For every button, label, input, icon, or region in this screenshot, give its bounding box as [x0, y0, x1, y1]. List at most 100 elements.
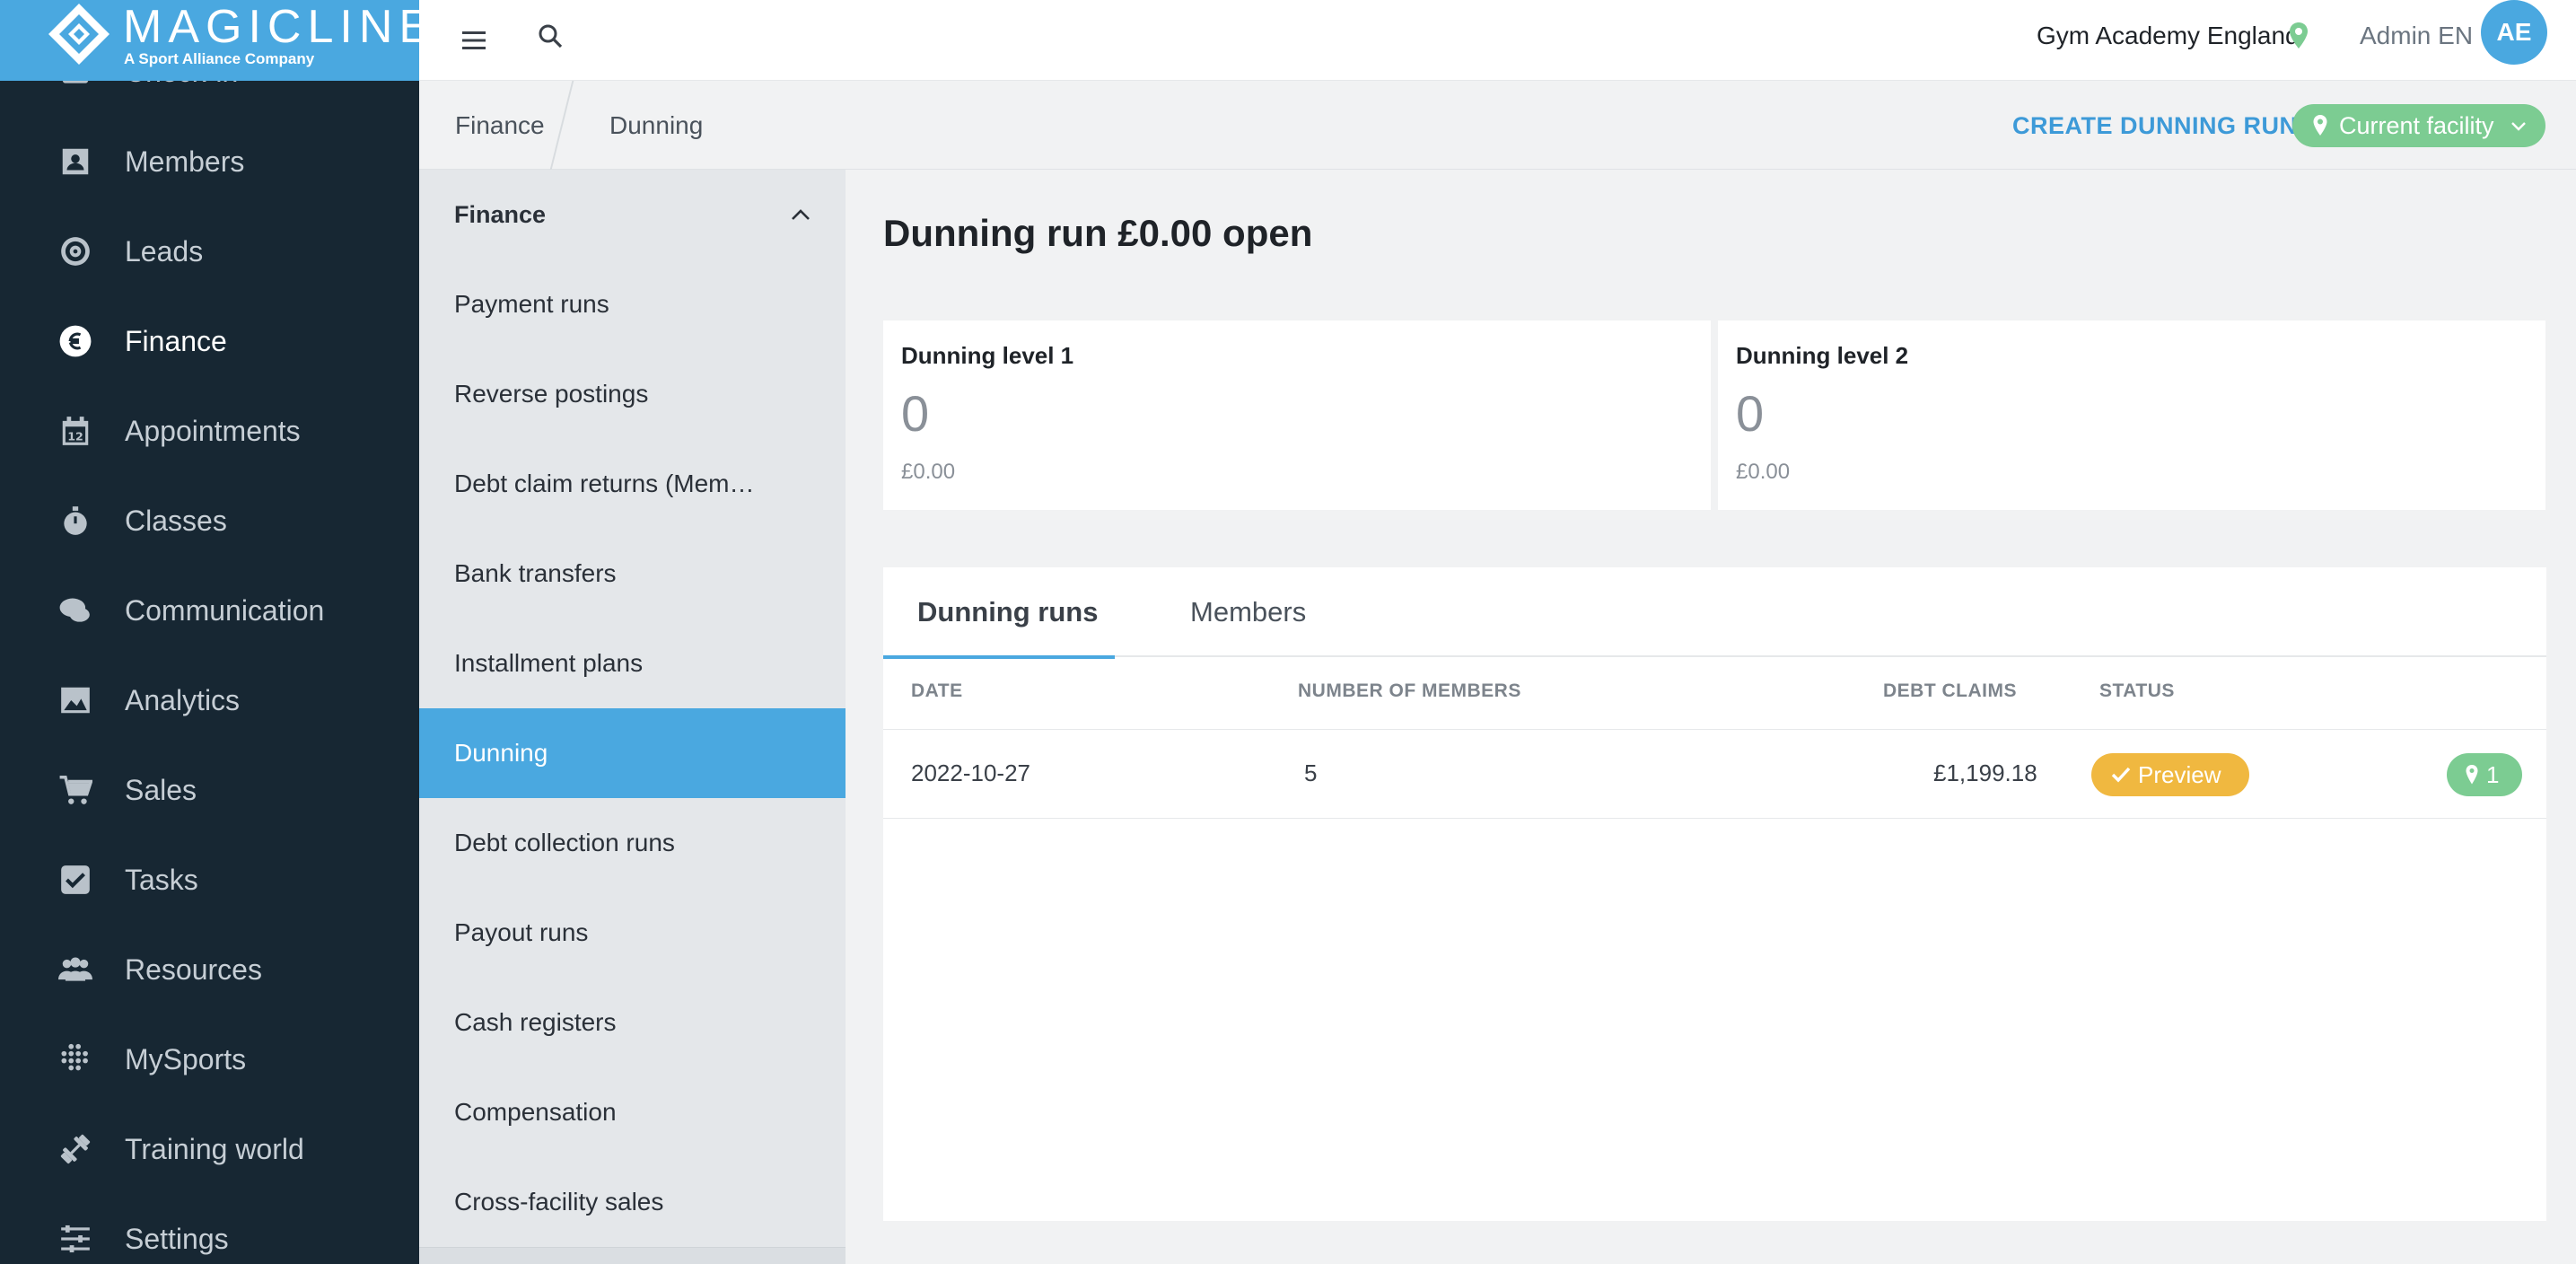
avatar[interactable]: AE	[2481, 0, 2547, 65]
subnav-header-label: Finance	[454, 201, 547, 228]
members-icon	[57, 144, 93, 180]
table-row[interactable]: 2022-10-27 5 £1,199.18 Preview 1	[883, 729, 2546, 819]
stopwatch-icon	[57, 503, 93, 539]
column-header-date[interactable]: DATE	[911, 679, 963, 704]
nav-item-label: Training world	[125, 1132, 304, 1165]
tab-label: Members	[1190, 596, 1307, 628]
subnav-item-payment-runs[interactable]: Payment runs	[419, 259, 846, 349]
leads-icon	[57, 233, 93, 269]
subnav-item-debt-collection-runs[interactable]: Debt collection runs	[419, 798, 846, 888]
checkbox-icon	[57, 862, 93, 898]
nav-item-label: Analytics	[125, 683, 241, 716]
user-name[interactable]: Admin EN	[2360, 20, 2473, 52]
subnav-item-cross-facility-sales[interactable]: Cross-facility sales	[419, 1157, 846, 1247]
subnav-header[interactable]: Finance	[419, 170, 846, 259]
subnav-item-installment-plans[interactable]: Installment plans	[419, 619, 846, 708]
nav-item-appointments[interactable]: 12 Appointments	[0, 386, 419, 476]
nav-item-classes[interactable]: Classes	[0, 476, 419, 566]
nav-item-settings[interactable]: Settings	[0, 1194, 419, 1264]
subnav-item-debt-claim-returns[interactable]: Debt claim returns (Mem…	[419, 439, 846, 529]
subnav-item-label: Debt claim returns (Mem…	[454, 470, 755, 497]
level-title: Dunning level 2	[1736, 342, 1909, 369]
nav-item-training-world[interactable]: Training world	[0, 1104, 419, 1194]
nav-item-label: Finance	[125, 324, 227, 357]
level-amount: £0.00	[1736, 460, 1791, 484]
svg-text:12: 12	[67, 429, 83, 443]
nav-item-members[interactable]: Members	[0, 117, 419, 206]
status-badge[interactable]: Preview	[2091, 753, 2249, 796]
current-facility-dropdown[interactable]: Current facility	[2292, 104, 2545, 147]
brand-tagline: A Sport Alliance Company	[124, 50, 315, 67]
subnav-item-label: Cross-facility sales	[454, 1188, 664, 1216]
brand-header[interactable]: MAGICLINE A Sport Alliance Company	[0, 0, 419, 81]
nav-item-leads[interactable]: Leads	[0, 206, 419, 296]
search-button[interactable]	[531, 17, 569, 55]
nav-item-resources[interactable]: Resources	[0, 925, 419, 1014]
app-sidebar: Check-in Members Leads Finance 12 Appoin…	[0, 0, 419, 1264]
nav-item-label: Sales	[125, 773, 197, 806]
location-pin-icon	[2290, 22, 2308, 48]
tab-members[interactable]: Members	[1190, 567, 1316, 657]
nav-item-communication[interactable]: Communication	[0, 566, 419, 655]
calendar-icon: 12	[57, 413, 93, 449]
subnav-item-payout-runs[interactable]: Payout runs	[419, 888, 846, 978]
subnav-item-label: Payment runs	[454, 290, 609, 318]
facility-name[interactable]: Gym Academy England	[2037, 20, 2300, 52]
subnav-item-cash-registers[interactable]: Cash registers	[419, 978, 846, 1067]
level-title: Dunning level 1	[901, 342, 1074, 369]
finance-subnav: Finance Payment runs Reverse postings De…	[419, 170, 846, 1264]
breadcrumb-item-finance[interactable]: Finance	[455, 110, 545, 142]
subnav-item-dunning[interactable]: Dunning	[419, 708, 846, 798]
page-title: Dunning run £0.00 open	[883, 212, 1313, 254]
main-content: Dunning run £0.00 open Dunning level 1 0…	[846, 170, 2576, 1264]
subnav-item-bank-transfers[interactable]: Bank transfers	[419, 529, 846, 619]
dunning-level-card: Dunning level 1 0 £0.00	[883, 320, 1711, 510]
nav-item-mysports[interactable]: MySports	[0, 1014, 419, 1104]
subnav-item-label: Installment plans	[454, 649, 644, 677]
tab-dunning-runs[interactable]: Dunning runs	[883, 567, 1149, 659]
location-pin-icon	[2466, 765, 2478, 785]
level-amount: £0.00	[901, 460, 956, 484]
magicline-logo-icon	[48, 4, 110, 65]
topbar: Gym Academy England Admin EN AE	[419, 0, 2576, 81]
status-label: Preview	[2138, 760, 2221, 788]
subnav-item-label: Bank transfers	[454, 559, 617, 587]
column-header-status[interactable]: STATUS	[2099, 679, 2175, 704]
nav-item-analytics[interactable]: Analytics	[0, 655, 419, 745]
subnav-item-label: Debt collection runs	[454, 829, 675, 856]
hamburger-menu-button[interactable]	[455, 22, 493, 59]
nav-item-tasks[interactable]: Tasks	[0, 835, 419, 925]
subnav-item-label: Dunning	[454, 739, 548, 767]
current-facility-label: Current facility	[2339, 111, 2494, 139]
euro-icon	[57, 323, 93, 359]
chat-icon	[57, 592, 93, 628]
hamburger-icon	[462, 31, 486, 49]
nav-item-label: Resources	[125, 952, 262, 986]
level-count: 0	[901, 385, 930, 442]
nav-item-label: Classes	[125, 504, 227, 537]
subnav-item-reverse-postings[interactable]: Reverse postings	[419, 349, 846, 439]
chevron-up-icon[interactable]	[788, 202, 813, 227]
create-dunning-run-button[interactable]: CREATE DUNNING RUN	[2012, 110, 2298, 142]
sliders-icon	[57, 1221, 93, 1257]
nav-item-finance[interactable]: Finance	[0, 296, 419, 386]
subnav-divider	[419, 1247, 846, 1264]
level-count: 0	[1736, 385, 1765, 442]
breadcrumb: Finance Dunning CREATE DUNNING RUN Curre…	[419, 81, 2576, 170]
people-icon	[57, 952, 93, 988]
cell-debt-claims: £1,199.18	[1933, 759, 2037, 786]
breadcrumb-item-dunning: Dunning	[609, 111, 704, 139]
column-header-debt-claims[interactable]: DEBT CLAIMS	[1883, 679, 2017, 704]
nav-item-label: Tasks	[125, 863, 198, 896]
search-icon	[539, 24, 563, 48]
tab-label: Dunning runs	[917, 596, 1099, 628]
nav-item-label: MySports	[125, 1042, 247, 1075]
cell-number-of-members: 5	[1304, 759, 1318, 786]
facility-count-badge[interactable]: 1	[2447, 753, 2522, 796]
subnav-item-compensation[interactable]: Compensation	[419, 1067, 846, 1157]
tab-active-indicator	[883, 655, 1115, 659]
nav-item-sales[interactable]: Sales	[0, 745, 419, 835]
cart-icon	[57, 772, 93, 808]
column-header-number-of-members[interactable]: NUMBER OF MEMBERS	[1298, 679, 1521, 704]
facility-count: 1	[2486, 760, 2500, 788]
